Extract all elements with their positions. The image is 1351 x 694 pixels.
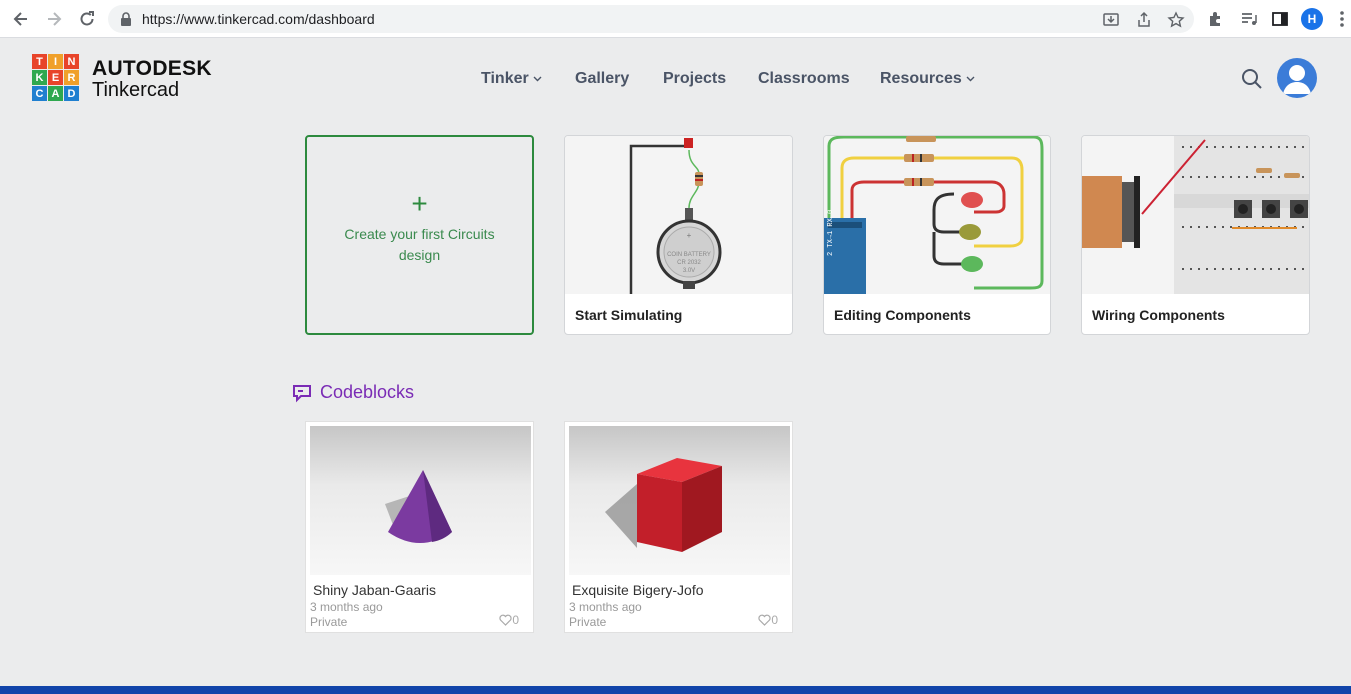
media-control-icon[interactable]	[1239, 9, 1259, 29]
codeblocks-section-header: Codeblocks	[292, 382, 414, 403]
design-card-exquisite-bigery-jofo[interactable]: Exquisite Bigery-Jofo 3 months ago Priva…	[564, 421, 793, 633]
breadboard-wiring-illustration	[1082, 136, 1309, 294]
svg-text:2 TX→1 RX←0: 2 TX→1 RX←0	[827, 210, 835, 256]
lock-icon	[121, 12, 131, 26]
svg-text:3.0V: 3.0V	[683, 268, 695, 274]
like-count: 0	[771, 613, 778, 627]
nav-resources[interactable]: Resources	[880, 70, 975, 88]
browser-profile-avatar[interactable]: H	[1301, 8, 1323, 30]
chevron-down-icon	[533, 76, 542, 82]
logo-letter: D	[64, 86, 79, 101]
like-count: 0	[512, 613, 519, 627]
heart-icon	[758, 614, 771, 626]
tutorial-card-start-simulating[interactable]: + COIN BATTERY CR 2032 3.0V Start Simula…	[564, 135, 793, 335]
like-button[interactable]: 0	[499, 613, 519, 627]
logo-letter: T	[32, 54, 47, 69]
reload-icon	[80, 11, 94, 26]
svg-text:CR 2032: CR 2032	[677, 260, 701, 266]
coin-battery-circuit-illustration: + COIN BATTERY CR 2032 3.0V	[629, 138, 722, 294]
nav-classrooms-label: Classrooms	[758, 70, 850, 87]
plus-icon: +	[411, 188, 428, 219]
heart-icon	[499, 614, 512, 626]
user-avatar[interactable]	[1277, 58, 1317, 98]
like-button[interactable]: 0	[758, 613, 778, 627]
design-age: 3 months ago	[569, 600, 642, 614]
tutorial-title: Editing Components	[834, 307, 971, 323]
svg-text:COIN BATTERY: COIN BATTERY	[667, 252, 711, 258]
logo-letter: C	[32, 86, 47, 101]
browser-toolbar: https://www.tinkercad.com/dashboard H	[0, 0, 1351, 38]
create-circuits-label: Create your first Circuits design	[344, 226, 495, 263]
tutorial-thumbnail: 2 TX→1 RX←0	[824, 136, 1050, 294]
side-panel-icon[interactable]	[1270, 9, 1290, 29]
share-icon[interactable]	[1135, 11, 1153, 29]
brand-autodesk[interactable]: AUTODESK	[92, 57, 212, 81]
browser-menu-icon[interactable]	[1334, 9, 1350, 29]
bookmark-star-icon[interactable]	[1167, 11, 1185, 29]
codeblocks-section-title: Codeblocks	[320, 382, 415, 402]
back-button[interactable]	[9, 7, 33, 31]
logo-letter: I	[48, 54, 63, 69]
design-thumbnail	[310, 426, 531, 575]
search-icon[interactable]	[1241, 68, 1263, 90]
brand-tinkercad[interactable]: Tinkercad	[92, 79, 179, 102]
svg-text:+: +	[687, 231, 692, 240]
tutorial-card-editing-components[interactable]: 2 TX→1 RX←0 Editing Components	[823, 135, 1051, 335]
tinkercad-logo[interactable]: T I N K E R C A D	[32, 54, 79, 101]
nav-projects-label: Projects	[663, 70, 727, 87]
design-age: 3 months ago	[310, 600, 383, 614]
nav-resources-label: Resources	[880, 70, 962, 87]
back-arrow-icon	[13, 12, 27, 26]
tutorial-thumbnail	[1082, 136, 1309, 294]
arduino-led-circuit-illustration: 2 TX→1 RX←0	[824, 136, 1044, 294]
nav-tinker-label: Tinker	[481, 70, 529, 87]
site-header: T I N K E R C A D AUTODESK Tinkercad Tin…	[0, 38, 1351, 119]
tutorial-thumbnail: + COIN BATTERY CR 2032 3.0V	[565, 136, 792, 294]
logo-letter: K	[32, 70, 47, 85]
logo-letter: E	[48, 70, 63, 85]
nav-tinker[interactable]: Tinker	[481, 70, 542, 88]
footer-strip	[0, 686, 1351, 694]
design-card-shiny-jaban-gaaris[interactable]: Shiny Jaban-Gaaris 3 months ago Private …	[305, 421, 534, 633]
design-name: Exquisite Bigery-Jofo	[572, 582, 704, 598]
nav-gallery[interactable]: Gallery	[575, 70, 629, 88]
nav-classrooms[interactable]: Classrooms	[758, 70, 850, 88]
url-text: https://www.tinkercad.com/dashboard	[142, 11, 375, 27]
nav-gallery-label: Gallery	[575, 70, 630, 87]
design-visibility: Private	[569, 615, 607, 629]
design-visibility: Private	[310, 615, 348, 629]
tutorial-card-wiring-components[interactable]: Wiring Components	[1081, 135, 1310, 335]
purple-cone-render	[385, 470, 452, 543]
logo-letter: A	[48, 86, 63, 101]
nav-projects[interactable]: Projects	[663, 70, 726, 88]
address-bar[interactable]: https://www.tinkercad.com/dashboard	[108, 5, 1194, 33]
codeblocks-icon	[293, 384, 311, 402]
forward-button[interactable]	[42, 7, 66, 31]
red-cube-render	[605, 458, 722, 552]
user-silhouette-icon	[1283, 65, 1311, 94]
extensions-icon[interactable]	[1206, 9, 1226, 29]
tutorial-title: Wiring Components	[1092, 307, 1225, 323]
install-app-icon[interactable]	[1102, 11, 1120, 29]
logo-letter: R	[64, 70, 79, 85]
reload-button[interactable]	[75, 7, 99, 31]
tutorial-title: Start Simulating	[575, 307, 683, 323]
create-circuits-design-card[interactable]: + Create your first Circuits design	[305, 135, 534, 335]
chevron-down-icon	[966, 76, 975, 82]
design-thumbnail	[569, 426, 790, 575]
design-name: Shiny Jaban-Gaaris	[313, 582, 436, 598]
forward-arrow-icon	[48, 12, 62, 26]
logo-letter: N	[64, 54, 79, 69]
